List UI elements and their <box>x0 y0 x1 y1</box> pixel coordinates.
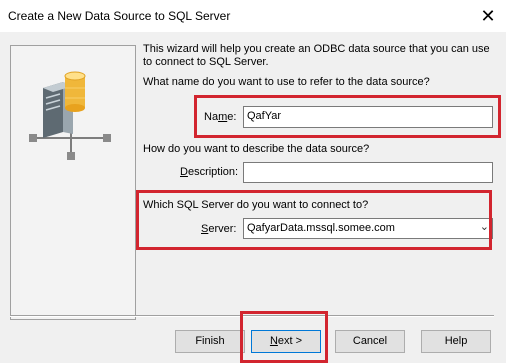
highlight-next <box>240 311 328 363</box>
wizard-image-panel <box>10 45 136 320</box>
finish-button[interactable]: Finish <box>175 330 245 353</box>
description-question: How do you want to describe the data sou… <box>143 143 370 155</box>
name-question: What name do you want to use to refer to… <box>143 76 430 88</box>
highlight-name <box>194 95 501 138</box>
description-field[interactable] <box>243 162 493 183</box>
window-title: Create a New Data Source to SQL Server <box>8 9 231 23</box>
highlight-server <box>136 190 492 250</box>
help-button[interactable]: Help <box>421 330 491 353</box>
cancel-button[interactable]: Cancel <box>335 330 405 353</box>
intro-text: This wizard will help you create an ODBC… <box>143 43 490 68</box>
close-icon[interactable]: ✕ <box>470 0 506 32</box>
title-bar: Create a New Data Source to SQL Server ✕ <box>0 0 506 32</box>
database-server-icon <box>29 71 111 160</box>
description-label: Description: <box>180 166 239 178</box>
